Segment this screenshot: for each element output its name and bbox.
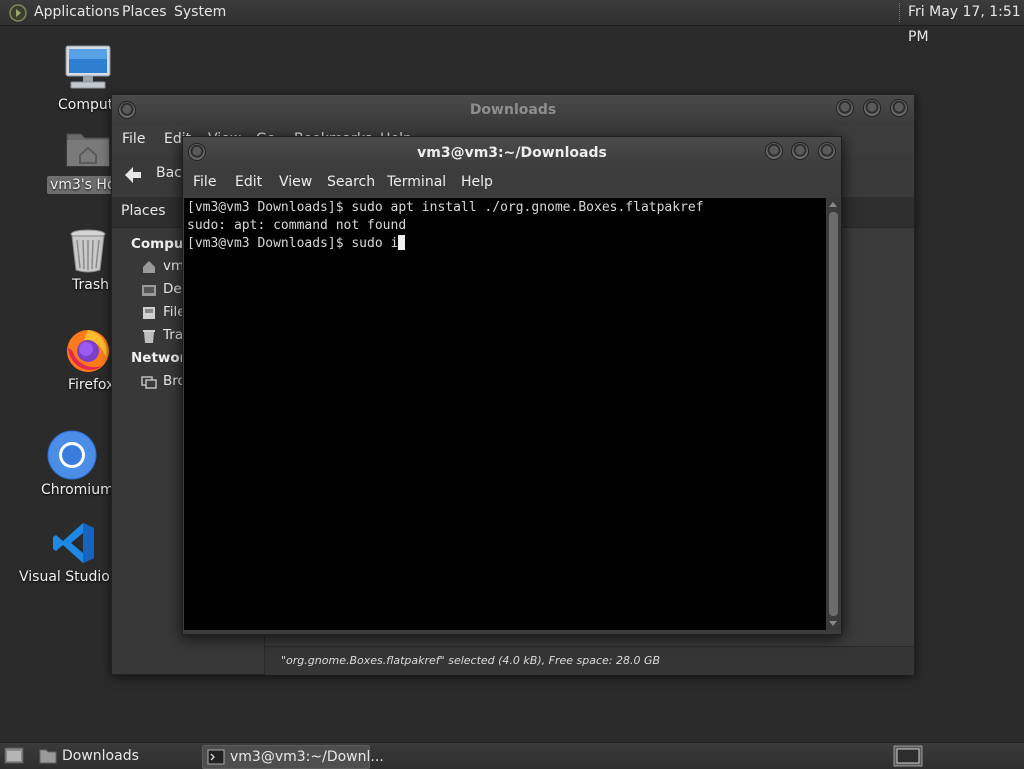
top-panel: Applications Places System Fri May 17, 1… <box>0 0 1024 45</box>
maximize-button[interactable] <box>791 142 809 160</box>
terminal-line: [vm3@vm3 Downloads]$ sudo i <box>187 236 399 251</box>
taskbar-item-label: vm3@vm3:~/Downl... <box>230 749 384 765</box>
distro-logo-icon[interactable] <box>9 4 27 22</box>
terminal-prompt-line: [vm3@vm3 Downloads]$ sudo i <box>187 235 704 253</box>
chromium-icon <box>47 430 97 480</box>
minimize-button[interactable] <box>765 142 783 160</box>
system-menu[interactable]: System <box>174 0 226 25</box>
panel-separator <box>899 3 902 22</box>
terminal-icon <box>207 749 225 765</box>
vscode-icon <box>53 523 94 563</box>
menu-file[interactable]: File <box>122 125 145 153</box>
close-button[interactable] <box>890 99 908 117</box>
back-arrow-icon <box>125 167 141 183</box>
taskbar-item-label: Downloads <box>62 748 139 764</box>
window-title: vm3@vm3:~/Downloads <box>417 145 607 161</box>
text-cursor <box>398 235 406 250</box>
home-folder-icon <box>66 133 110 167</box>
clock[interactable]: Fri May 17, 1:51 PM <box>908 0 1024 50</box>
status-text: "org.gnome.Boxes.flatpakref" selected (4… <box>281 654 661 667</box>
folder-icon <box>39 749 57 764</box>
desktop-icon-label: Trash <box>72 277 109 293</box>
menu-file[interactable]: File <box>193 167 216 197</box>
menu-view[interactable]: View <box>279 167 312 197</box>
scroll-up-arrow-icon[interactable] <box>829 202 837 207</box>
terminal-window[interactable]: vm3@vm3:~/Downloads File Edit View Searc… <box>182 136 842 635</box>
terminal-screen[interactable]: [vm3@vm3 Downloads]$ sudo apt install ./… <box>184 198 826 630</box>
desktop-icon-chromium[interactable]: Chromium <box>40 430 114 500</box>
menu-edit[interactable]: Edit <box>235 167 262 197</box>
desktop-icon-vscode[interactable]: Visual Studio Code <box>16 520 112 588</box>
close-button[interactable] <box>818 142 836 160</box>
terminal-output: [vm3@vm3 Downloads]$ sudo apt install ./… <box>187 199 704 253</box>
menu-help[interactable]: Help <box>461 167 493 197</box>
window-title: Downloads <box>469 102 557 118</box>
file-manager-titlebar[interactable]: Downloads <box>112 95 914 125</box>
terminal-line: sudo: apt: command not found <box>187 218 407 233</box>
trash-icon <box>143 330 155 343</box>
trash-icon <box>70 229 106 273</box>
sidebar-selector-label: Places <box>121 203 166 219</box>
places-menu[interactable]: Places <box>122 0 167 25</box>
taskbar-item-downloads[interactable]: Downloads <box>34 745 198 767</box>
desktop-icon-label: Chromium <box>41 482 114 498</box>
terminal-titlebar[interactable]: vm3@vm3:~/Downloads <box>183 137 841 167</box>
bottom-panel: Downloads vm3@vm3:~/Downl... <box>0 742 1024 769</box>
desktop-icon-computer[interactable]: Computer <box>58 44 128 114</box>
back-button[interactable]: Back <box>112 153 192 197</box>
drive-icon <box>143 307 155 319</box>
workspace-switcher-icon[interactable] <box>893 745 923 767</box>
status-bar: "org.gnome.Boxes.flatpakref" selected (4… <box>265 646 914 675</box>
taskbar-item-terminal[interactable]: vm3@vm3:~/Downl... <box>202 745 384 769</box>
menu-search[interactable]: Search <box>327 167 375 197</box>
firefox-icon <box>67 330 109 372</box>
computer-icon <box>65 45 111 89</box>
terminal-menubar: File Edit View Search Terminal Help <box>183 167 841 197</box>
terminal-scrollbar[interactable] <box>827 198 840 630</box>
scroll-down-arrow-icon[interactable] <box>829 621 837 626</box>
maximize-button[interactable] <box>863 99 881 117</box>
scrollbar-thumb[interactable] <box>829 212 838 616</box>
menu-terminal[interactable]: Terminal <box>387 167 446 197</box>
applications-menu[interactable]: Applications <box>34 0 120 25</box>
terminal-line: [vm3@vm3 Downloads]$ sudo apt install ./… <box>187 200 704 215</box>
desktop-icon-label: Firefox <box>68 377 115 393</box>
network-icon <box>141 376 157 389</box>
show-desktop-icon[interactable] <box>4 747 24 765</box>
desktop-icon-label: vm3's Home <box>47 176 119 194</box>
desktop-icon-label: Visual Studio Code <box>19 569 112 585</box>
desktop-folder-icon <box>142 285 156 296</box>
home-icon <box>143 261 155 273</box>
minimize-button[interactable] <box>836 99 854 117</box>
